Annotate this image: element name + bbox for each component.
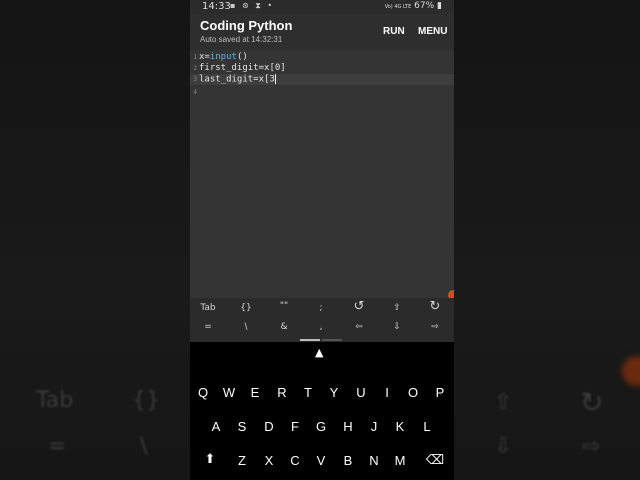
app-bar: Coding Python Auto saved at 14:32:31 RUN… [190,14,454,50]
key-r[interactable]: R [270,385,294,400]
right-arrow-key[interactable]: ⇨ [420,322,450,332]
line-number: 4 [193,89,197,96]
code-segment: x= [199,52,210,62]
code-line[interactable]: 1 x=input() [190,52,454,63]
bg-braces-key: {} [132,388,160,413]
key-h[interactable]: H [336,419,360,434]
signal-icon: Vo) 4G LTE [384,4,412,10]
status-bar: 14:33 ▪ ⊛ ⧗ • Vo) 4G LTE 67% ▮ [190,0,454,14]
line-number: 3 [193,76,197,83]
key-s[interactable]: S [230,419,254,434]
code-segment: () [236,52,248,62]
key-t[interactable]: T [296,385,320,400]
key-y[interactable]: Y [322,385,346,400]
code-text: first_digit=x[0] [199,63,286,73]
bg-equals-key: = [48,434,67,459]
key-p[interactable]: P [428,385,452,400]
key-j[interactable]: J [362,419,386,434]
bg-backslash-key: \ [140,434,148,459]
comma-key[interactable]: , [306,322,336,332]
code-line[interactable]: 2 first_digit=x[0] [190,63,454,74]
notification-icons: ▪ ⊛ ⧗ • [230,1,275,10]
autosave-status: Auto saved at 14:32:31 [200,35,283,44]
semicolon-key[interactable]: ; [306,303,336,313]
code-keyword: input [209,52,237,62]
key-g[interactable]: G [309,419,333,434]
key-k[interactable]: K [388,419,412,434]
code-line-active[interactable]: 3 last_digit=x[3 [190,74,454,85]
bg-shift-arrow-key: ⇧ [494,390,513,415]
code-segment: last_digit=x[3 [199,74,275,85]
bg-down-arrow-key: ⇩ [494,434,513,459]
key-z[interactable]: Z [230,453,254,468]
key-a[interactable]: A [204,419,228,434]
battery-percent: 67% [414,1,435,11]
tab-key[interactable]: Tab [193,303,223,313]
status-right: Vo) 4G LTE 67% ▮ [385,1,442,11]
soft-keyboard: ▲ Q W E R T Y U I O P A S D F G H J K L … [190,342,454,480]
code-editor[interactable]: 1 x=input() 2 first_digit=x[0] 3 last_di… [190,50,454,298]
key-n[interactable]: N [362,453,386,468]
phone-screen: 14:33 ▪ ⊛ ⧗ • Vo) 4G LTE 67% ▮ Coding Py… [190,0,454,480]
key-o[interactable]: O [401,385,425,400]
backslash-key[interactable]: \ [231,322,261,332]
bg-right-arrow-key: ⇨ [582,434,601,459]
left-arrow-key[interactable]: ⇦ [344,322,374,332]
backspace-icon[interactable]: ⌫ [424,453,446,468]
code-text: last_digit=x[3 [199,74,276,86]
bg-tab-key: Tab [36,388,74,413]
extra-keys-toolbar: Tab {} "" ; ↺ ⇧ ↻ = \ & , ⇦ ⇩ ⇨ [190,298,454,342]
battery-icon: ▮ [437,1,442,11]
bg-accent-blob [622,356,640,386]
key-x[interactable]: X [257,453,281,468]
ampersand-key[interactable]: & [269,322,299,332]
key-i[interactable]: I [375,385,399,400]
shift-icon[interactable]: ⬆ [203,452,217,467]
key-m[interactable]: M [388,453,412,468]
line-number: 1 [193,54,197,61]
key-w[interactable]: W [217,385,241,400]
menu-button[interactable]: MENU [418,26,447,37]
shift-arrow-key[interactable]: ⇧ [382,303,412,313]
key-u[interactable]: U [349,385,373,400]
code-text: x=input() [199,52,248,63]
braces-key[interactable]: {} [231,303,261,313]
line-number: 2 [193,65,197,72]
key-l[interactable]: L [415,419,439,434]
run-button[interactable]: RUN [383,26,405,37]
key-v[interactable]: V [309,453,333,468]
down-arrow-key[interactable]: ⇩ [382,322,412,332]
key-c[interactable]: C [283,453,307,468]
equals-key[interactable]: = [193,322,223,332]
key-d[interactable]: D [257,419,281,434]
bg-redo-icon: ↻ [580,386,604,419]
redo-icon[interactable]: ↻ [420,299,450,314]
collapse-keyboard-icon[interactable]: ▲ [315,346,323,359]
key-q[interactable]: Q [191,385,215,400]
key-b[interactable]: B [336,453,360,468]
toolbar-page-indicator-active [300,339,320,341]
app-title: Coding Python [200,18,293,33]
key-e[interactable]: E [243,385,267,400]
text-cursor [274,74,276,84]
code-line[interactable]: 4 [190,87,454,98]
key-f[interactable]: F [283,419,307,434]
toolbar-page-indicator [322,339,342,341]
status-time: 14:33 [202,1,231,12]
undo-icon[interactable]: ↺ [344,299,374,314]
quotes-key[interactable]: "" [269,301,299,311]
